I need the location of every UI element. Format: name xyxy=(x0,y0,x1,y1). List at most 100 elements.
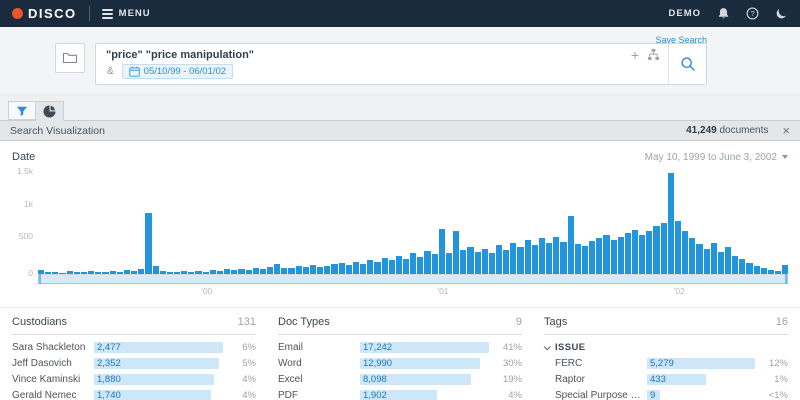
folder-button[interactable] xyxy=(55,43,85,73)
histogram-bar[interactable] xyxy=(195,270,202,274)
histogram-bar[interactable] xyxy=(431,254,438,274)
histogram-bar[interactable] xyxy=(660,222,667,274)
account-label[interactable]: DEMO xyxy=(669,8,702,19)
histogram-bar[interactable] xyxy=(238,268,245,274)
histogram-bar[interactable] xyxy=(503,249,510,274)
tab-visualization[interactable] xyxy=(36,101,64,121)
facet-row[interactable]: PDF 1,902 4% xyxy=(278,387,522,400)
histogram-bar[interactable] xyxy=(395,255,402,274)
histogram-bar[interactable] xyxy=(338,262,345,274)
histogram-bar[interactable] xyxy=(281,268,288,274)
histogram-bar[interactable] xyxy=(59,272,66,274)
histogram-bar[interactable] xyxy=(188,271,195,274)
tag-group-issue[interactable]: ISSUE xyxy=(543,339,788,355)
notifications-bell-icon[interactable] xyxy=(717,7,730,20)
histogram-bar[interactable] xyxy=(166,271,173,274)
brush-handle-left[interactable] xyxy=(39,274,41,284)
histogram-bar[interactable] xyxy=(624,232,631,274)
histogram-bar[interactable] xyxy=(181,271,188,274)
histogram-bar[interactable] xyxy=(438,228,445,274)
histogram-bar[interactable] xyxy=(295,266,302,274)
histogram-bar[interactable] xyxy=(381,257,388,274)
histogram-bar[interactable] xyxy=(453,230,460,274)
histogram-bar[interactable] xyxy=(45,272,52,274)
histogram-bar[interactable] xyxy=(331,263,338,274)
histogram-bar[interactable] xyxy=(80,271,88,274)
brush-selection[interactable] xyxy=(38,274,788,284)
histogram-bar[interactable] xyxy=(374,262,381,274)
histogram-bar[interactable] xyxy=(553,236,560,274)
date-filter-chip[interactable]: 05/10/99 - 06/01/02 xyxy=(121,64,234,79)
histogram-bar[interactable] xyxy=(324,265,331,274)
histogram-bar[interactable] xyxy=(102,271,109,274)
histogram-bar[interactable] xyxy=(617,236,624,274)
facet-row[interactable]: Jeff Dasovich 2,352 5% xyxy=(12,355,256,371)
histogram-bar[interactable] xyxy=(109,270,116,274)
facet-row[interactable]: Excel 8,098 19% xyxy=(278,371,522,387)
histogram-bar[interactable] xyxy=(460,250,467,274)
histogram-bar[interactable] xyxy=(717,252,724,274)
histogram-bar[interactable] xyxy=(209,270,216,274)
histogram-bar[interactable] xyxy=(689,238,696,274)
histogram-bar[interactable] xyxy=(152,265,159,274)
histogram-bar[interactable] xyxy=(252,268,259,274)
histogram-bar[interactable] xyxy=(682,230,689,274)
histogram-bar[interactable] xyxy=(596,237,603,274)
histogram-bar[interactable] xyxy=(245,269,252,274)
histogram-bar[interactable] xyxy=(116,271,123,274)
histogram-bar[interactable] xyxy=(417,256,424,274)
date-range-selector[interactable]: May 10, 1999 to June 3, 2002 xyxy=(645,152,788,163)
histogram-bar[interactable] xyxy=(123,269,131,274)
histogram-bar[interactable] xyxy=(782,264,789,274)
histogram-bar[interactable] xyxy=(546,243,553,274)
histogram-bar[interactable] xyxy=(216,270,224,274)
histogram-bar[interactable] xyxy=(445,253,453,274)
histogram-bar[interactable] xyxy=(631,229,639,274)
moon-icon[interactable] xyxy=(775,7,788,20)
histogram-bar[interactable] xyxy=(581,246,589,274)
histogram-bar[interactable] xyxy=(145,213,152,274)
histogram-bar[interactable] xyxy=(574,243,581,274)
histogram-bar[interactable] xyxy=(131,270,138,274)
histogram-bar[interactable] xyxy=(760,267,767,274)
histogram-bar[interactable] xyxy=(496,244,503,274)
facet-row[interactable]: Gerald Nemec 1,740 4% xyxy=(12,387,256,400)
search-query-input[interactable]: "price" "price manipulation" xyxy=(106,49,254,61)
histogram-bar[interactable] xyxy=(52,271,59,274)
facet-row[interactable]: Special Purpose V... 9 <1% xyxy=(544,387,788,400)
histogram-bar[interactable] xyxy=(739,259,746,274)
facet-row[interactable]: FERC 5,279 12% xyxy=(544,355,788,371)
histogram-bar[interactable] xyxy=(653,226,660,274)
histogram-bar[interactable] xyxy=(317,266,324,274)
histogram-bar[interactable] xyxy=(410,253,417,274)
histogram-bar[interactable] xyxy=(538,238,546,274)
histogram-bar[interactable] xyxy=(274,263,281,274)
histogram-bar[interactable] xyxy=(725,247,732,274)
histogram-bar[interactable] xyxy=(746,262,753,274)
histogram-bar[interactable] xyxy=(732,255,739,274)
histogram-bar[interactable] xyxy=(603,234,610,274)
histogram-bar[interactable] xyxy=(646,231,653,274)
histogram-bar[interactable] xyxy=(674,220,682,274)
histogram-bar[interactable] xyxy=(159,270,166,274)
brush-handle-right[interactable] xyxy=(785,274,787,284)
histogram-bar[interactable] xyxy=(388,260,395,274)
histogram-bar[interactable] xyxy=(710,242,717,274)
menu-button[interactable]: MENU xyxy=(101,8,151,19)
add-condition-icon[interactable]: + xyxy=(631,48,639,62)
histogram-bar[interactable] xyxy=(73,272,80,274)
histogram-bar[interactable] xyxy=(202,271,209,274)
close-icon[interactable]: × xyxy=(782,124,790,137)
histogram-bar[interactable] xyxy=(524,240,531,274)
histogram-bar[interactable] xyxy=(231,270,238,274)
histogram-bar[interactable] xyxy=(424,250,431,274)
disco-logo[interactable]: DISCO xyxy=(12,6,77,21)
facet-row[interactable]: Vince Kaminski 1,880 4% xyxy=(12,371,256,387)
histogram-bar[interactable] xyxy=(610,240,617,274)
histogram-bar[interactable] xyxy=(345,264,352,274)
histogram-bar[interactable] xyxy=(767,269,775,274)
histogram-bar[interactable] xyxy=(402,258,410,274)
histogram-bar[interactable] xyxy=(66,271,73,274)
histogram-bar[interactable] xyxy=(510,242,517,274)
histogram-bar[interactable] xyxy=(667,172,674,274)
